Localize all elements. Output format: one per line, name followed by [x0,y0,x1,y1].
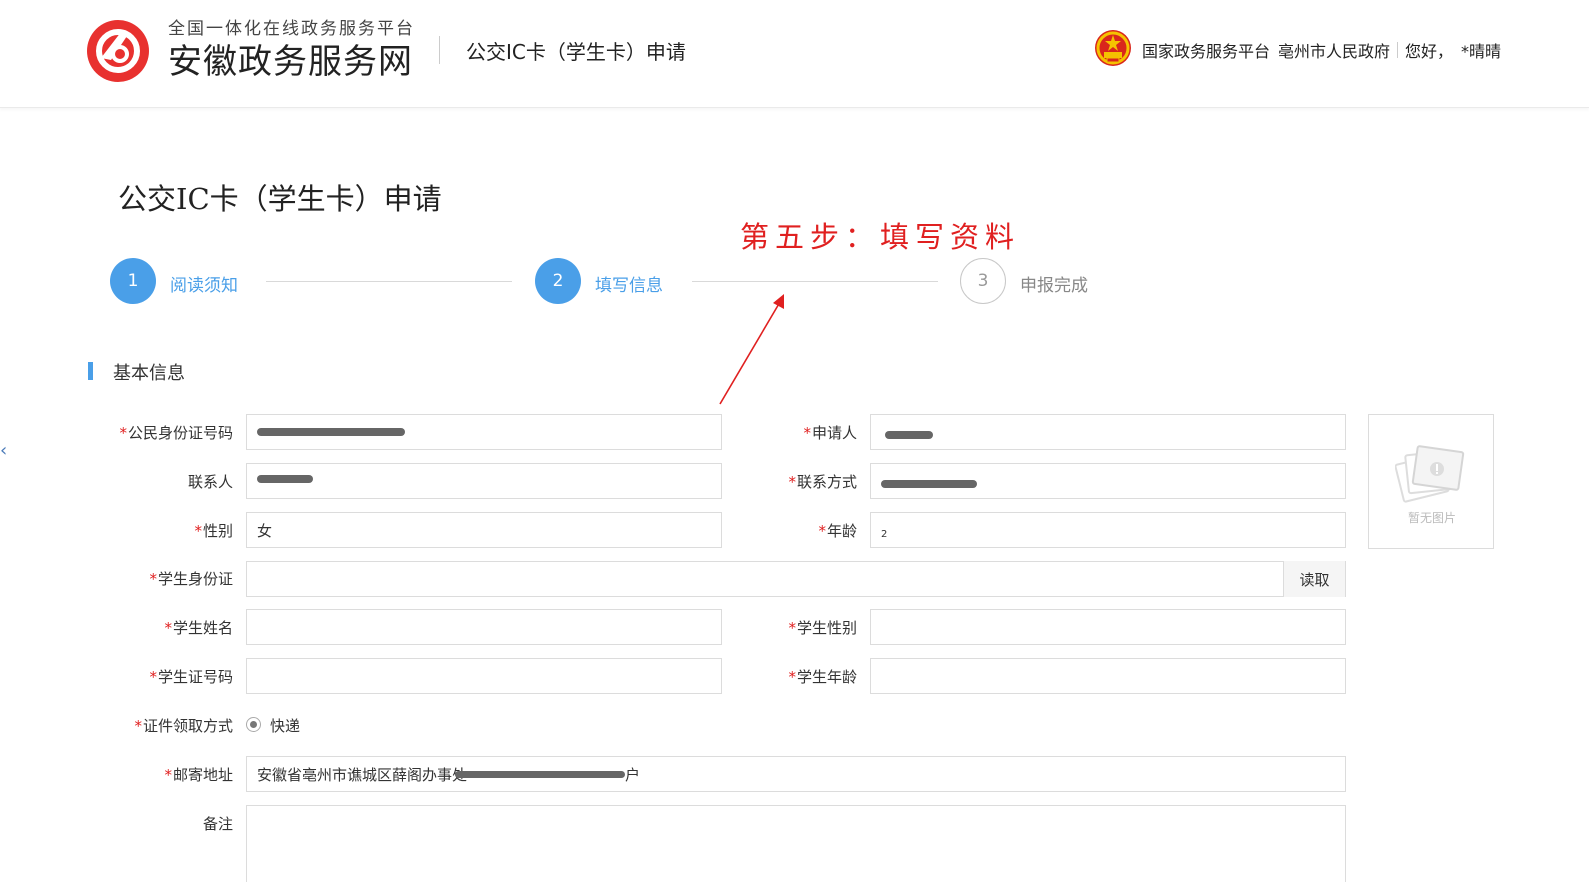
photo-upload-box[interactable]: 暂无图片 [1368,414,1494,549]
contact-person-field[interactable] [246,463,722,499]
greeting-text: 您好， [1405,42,1454,61]
student-name-field[interactable] [246,609,722,645]
applicant-field[interactable] [870,414,1346,450]
remarks-label: 备注 [202,815,233,833]
photo-placeholder-text: 暂无图片 [1407,511,1456,525]
section-marker [88,362,93,380]
header-divider [439,36,440,64]
express-delivery-radio[interactable] [246,717,261,732]
image-placeholder-icon [1395,445,1465,503]
header-links: 国家政务服务平台 亳州市人民政府 您好， *晴晴 [1142,38,1501,62]
contact-person-label: 联系人 [187,473,233,491]
step-2-label: 填写信息 [595,276,663,296]
student-age-field[interactable] [870,658,1346,694]
header-page-name: 公交IC卡（学生卡）申请 [466,40,686,64]
redacted-value [257,428,405,436]
city-gov-link[interactable]: 亳州市人民政府 [1278,38,1390,62]
step-connector-2 [692,281,938,282]
step-3-label: 申报完成 [1020,276,1088,296]
national-platform-link[interactable]: 国家政务服务平台 [1142,38,1270,62]
gender-value: 女 [257,521,273,540]
student-id-card-label: *学生身份证 [149,570,233,588]
mail-address-suffix: 户 [625,765,641,784]
gender-label: *性别 [194,522,233,540]
pickup-method-label: *证件领取方式 [134,717,233,735]
mail-address-label: *邮寄地址 [164,766,233,784]
express-delivery-label[interactable]: 快递 [270,715,300,736]
site-header: 全国一体化在线政务服务平台 安徽政务服务网 公交IC卡（学生卡）申请 国家政务服… [0,0,1589,108]
remarks-textarea[interactable] [246,805,1346,882]
edge-fragment: ‹ [0,440,8,461]
anhui-logo-icon[interactable] [87,20,149,82]
contact-phone-label: *联系方式 [788,473,857,491]
header-link-separator [1397,42,1399,58]
age-label: *年龄 [818,522,857,540]
step-2-circle: 2 [535,258,581,304]
read-id-card-button[interactable]: 读取 [1283,561,1345,597]
age-value: 2 [881,528,888,540]
student-cert-no-label: *学生证号码 [149,668,233,686]
step-connector-1 [266,281,512,282]
step-annotation: 第五步：填写资料 [740,220,1021,254]
redacted-value [881,480,977,488]
annotation-arrow-icon [719,294,784,405]
mail-address-value: 安徽省亳州市谯城区薛阁办事处 [257,765,468,784]
applicant-label: *申请人 [803,424,857,442]
student-gender-field[interactable] [870,609,1346,645]
redacted-value [455,770,626,778]
id-number-field[interactable] [246,414,722,450]
gender-field[interactable]: 女 [246,512,722,548]
age-field[interactable]: 2 [870,512,1346,548]
section-title: 基本信息 [113,363,185,384]
student-name-label: *学生姓名 [164,619,233,637]
step-3-circle: 3 [960,258,1006,304]
contact-phone-field[interactable] [870,463,1346,499]
student-age-label: *学生年龄 [788,668,857,686]
user-name-link[interactable]: *晴晴 [1461,38,1501,62]
student-id-card-field[interactable] [246,561,1346,597]
redacted-value [885,431,933,439]
step-1-circle: 1 [110,258,156,304]
student-cert-no-field[interactable] [246,658,722,694]
student-gender-label: *学生性别 [788,619,857,637]
mail-address-field[interactable]: 安徽省亳州市谯城区薛阁办事处 户 [246,756,1346,792]
redacted-value [257,475,313,483]
step-1-label: 阅读须知 [170,276,238,296]
national-emblem-icon [1093,28,1133,68]
id-number-label: *公民身份证号码 [119,424,233,442]
logo-title[interactable]: 安徽政务服务网 [168,34,413,83]
page-title: 公交IC卡（学生卡）申请 [118,182,442,216]
